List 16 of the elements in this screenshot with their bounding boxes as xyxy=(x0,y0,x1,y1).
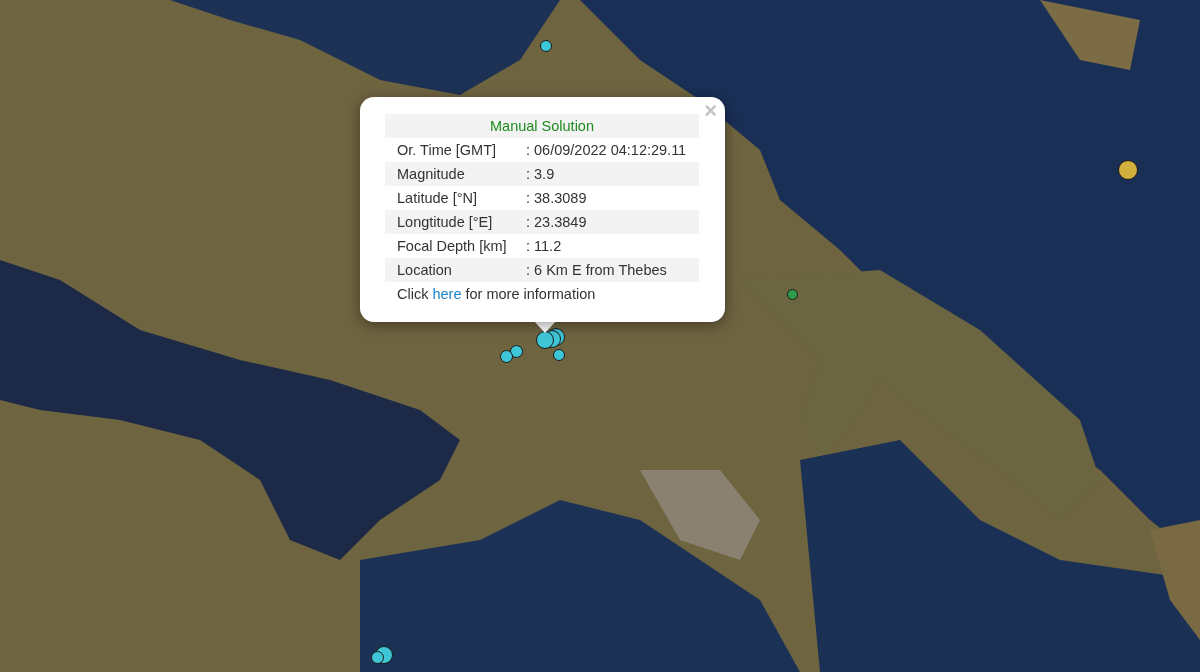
more-info-text: Click here for more information xyxy=(396,285,597,304)
field-label: Focal Depth [km] xyxy=(396,238,508,254)
here-link[interactable]: here xyxy=(432,286,462,302)
field-label: Longtitude [°E] xyxy=(396,214,494,230)
popup-title: Manual Solution xyxy=(385,114,699,138)
field-label: Magnitude xyxy=(396,166,466,182)
field-value: : 11.2 xyxy=(526,238,563,254)
field-value: : 3.9 xyxy=(526,166,556,182)
field-value: : 38.3089 xyxy=(526,190,588,206)
earthquake-marker[interactable] xyxy=(786,288,798,300)
field-label: Or. Time [GMT] xyxy=(396,142,498,158)
field-value: : 06/09/2022 04:12:29.11 xyxy=(526,142,688,158)
field-label: Location xyxy=(396,262,453,278)
field-label: Latitude [°N] xyxy=(396,190,478,206)
field-value: : 23.3849 xyxy=(526,214,588,230)
field-value: : 6 Km E from Thebes xyxy=(526,262,668,278)
